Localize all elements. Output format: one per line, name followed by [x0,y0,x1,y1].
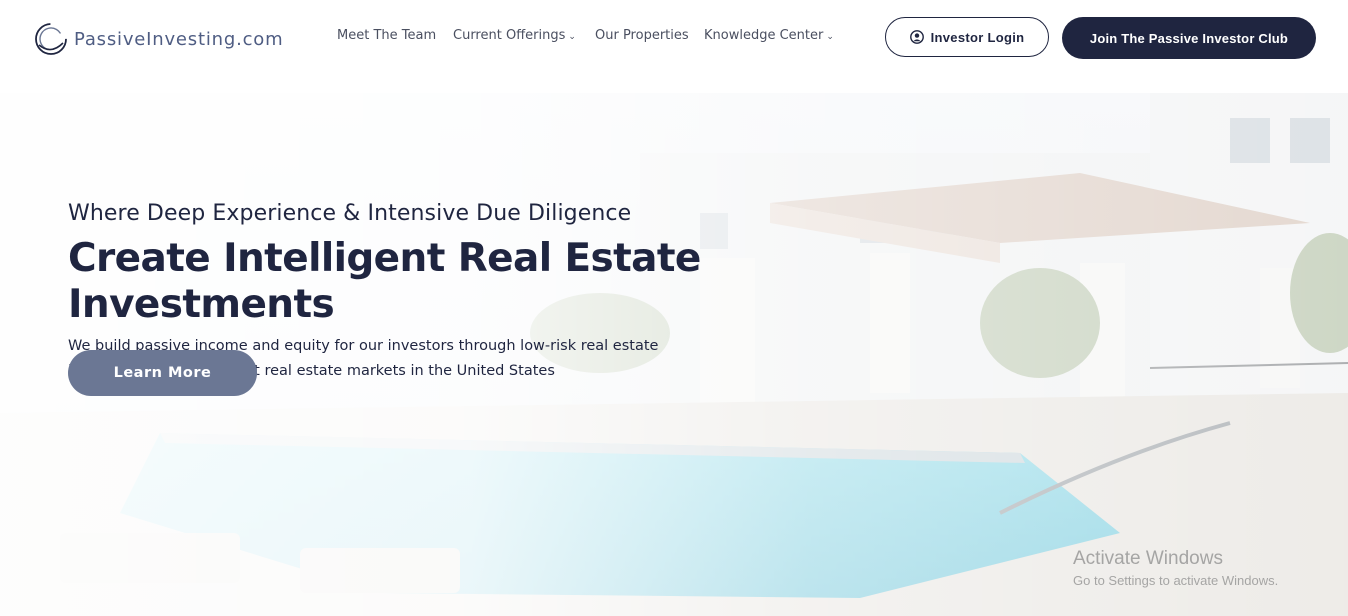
join-club-label: Join The Passive Investor Club [1089,30,1289,46]
nav-current-offerings[interactable]: Current Offerings ⌄ [453,28,576,43]
learn-more-button[interactable]: Learn More [68,350,257,396]
investor-login-button[interactable]: Investor Login [885,17,1049,57]
chevron-down-icon: ⌄ [826,32,834,42]
nav-label: Knowledge Center [704,28,824,43]
site-header: PassiveInvesting.com Meet The Team Curre… [0,0,1348,93]
watermark-subtitle: Go to Settings to activate Windows. [1073,573,1279,588]
user-circle-icon [909,30,924,44]
hero-kicker: Where Deep Experience & Intensive Due Di… [68,201,632,226]
watermark-title: Activate Windows [1073,548,1223,569]
nav-our-properties[interactable]: Our Properties [595,28,689,43]
investor-login-label: Investor Login [930,29,1025,45]
hero-section: Where Deep Experience & Intensive Due Di… [0,93,1348,616]
nav-label: Our Properties [595,28,689,43]
nav-label: Meet The Team [337,28,437,43]
nav-knowledge-center[interactable]: Knowledge Center ⌄ [704,28,834,43]
nav-label: Current Offerings [453,28,566,43]
windows-activation-watermark: Activate Windows Go to Settings to activ… [1073,548,1278,588]
learn-more-label: Learn More [113,365,212,381]
logo-text: PassiveInvesting.com [74,28,284,50]
hero-title: Create Intelligent Real Estate Investmen… [68,236,701,327]
chevron-down-icon: ⌄ [568,32,576,42]
join-club-button[interactable]: Join The Passive Investor Club [1062,17,1316,59]
nav-meet-the-team[interactable]: Meet The Team [337,28,436,43]
logo-mark-icon [35,23,67,55]
logo[interactable]: PassiveInvesting.com [33,20,283,58]
